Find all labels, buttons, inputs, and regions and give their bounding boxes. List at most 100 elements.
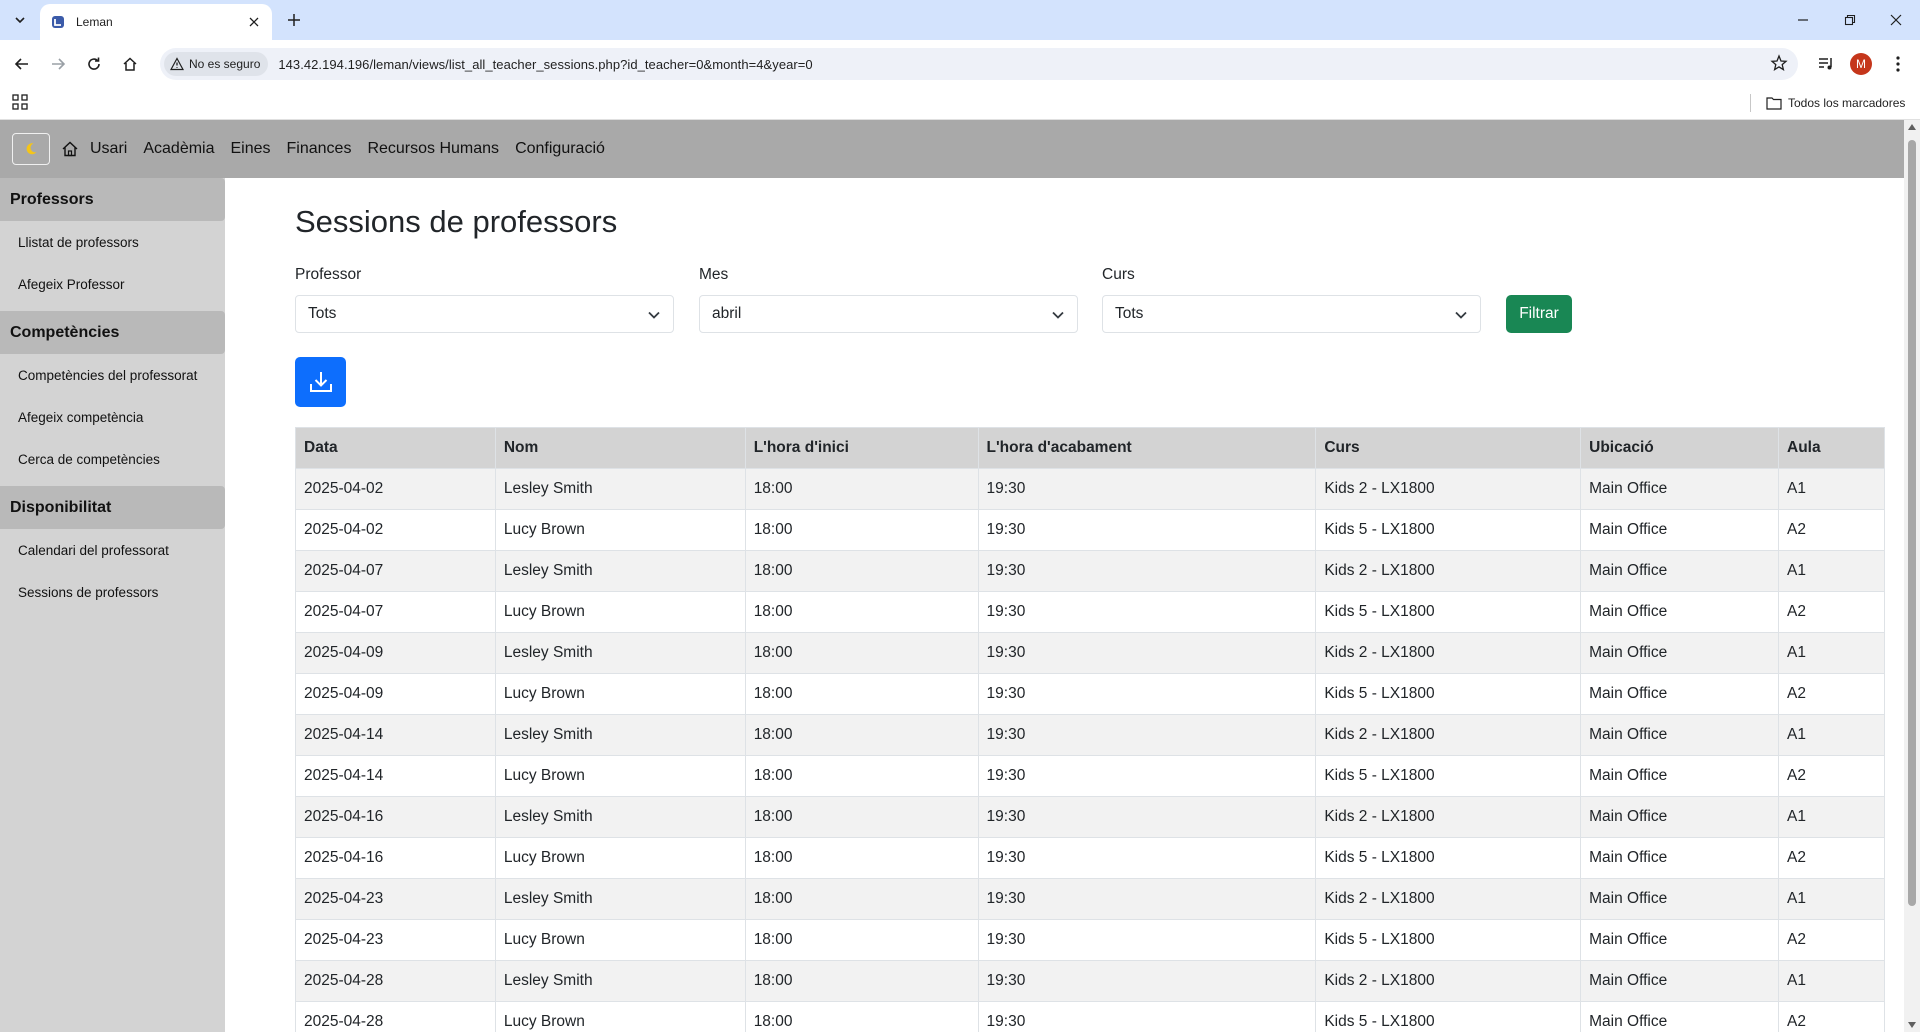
apps-grid-icon[interactable] bbox=[12, 94, 28, 115]
new-tab-icon[interactable] bbox=[282, 8, 306, 32]
scroll-up-icon[interactable] bbox=[1908, 124, 1916, 130]
cell-curs: Kids 5 - LX1800 bbox=[1315, 919, 1582, 961]
cell-curs: Kids 5 - LX1800 bbox=[1315, 1001, 1582, 1032]
nav-link-academia[interactable]: Acadèmia bbox=[143, 140, 214, 158]
minimize-icon[interactable] bbox=[1780, 6, 1826, 34]
cell-data: 2025-04-23 bbox=[295, 878, 496, 920]
scrollbar-thumb[interactable] bbox=[1908, 140, 1916, 906]
cell-nom: Lesley Smith bbox=[494, 960, 746, 1002]
security-chip[interactable]: No es seguro bbox=[164, 52, 269, 76]
back-icon[interactable] bbox=[8, 50, 36, 78]
cell-ubicacio: Main Office bbox=[1580, 919, 1780, 961]
cell-data: 2025-04-02 bbox=[295, 509, 496, 551]
restore-icon[interactable] bbox=[1827, 6, 1873, 34]
table-body: 2025-04-02 Lesley Smith 18:00 19:30 Kids 2 -… bbox=[295, 468, 1885, 1032]
address-bar[interactable]: No es seguro 143.42.194.196/leman/views/… bbox=[160, 48, 1798, 80]
browser-menu-icon[interactable] bbox=[1884, 50, 1912, 78]
nav-link-recursos-humans[interactable]: Recursos Humans bbox=[367, 140, 499, 158]
cell-curs: Kids 5 - LX1800 bbox=[1315, 755, 1582, 797]
close-window-icon[interactable] bbox=[1873, 6, 1919, 34]
column-header-hora-acabament[interactable]: L'hora d'acabament bbox=[977, 427, 1317, 469]
chevron-down-icon bbox=[1052, 311, 1064, 319]
scroll-down-icon[interactable] bbox=[1908, 1022, 1916, 1028]
cell-hora-inici: 18:00 bbox=[744, 878, 979, 920]
cell-hora-inici: 18:00 bbox=[744, 837, 979, 879]
cell-ubicacio: Main Office bbox=[1580, 837, 1780, 879]
sidebar-header-disponibilitat: Disponibilitat bbox=[0, 486, 225, 529]
cell-data: 2025-04-28 bbox=[295, 1001, 496, 1032]
nav-link-eines[interactable]: Eines bbox=[231, 140, 271, 158]
cell-hora-inici: 18:00 bbox=[744, 796, 979, 838]
filter-button[interactable]: Filtrar bbox=[1506, 295, 1572, 333]
column-header-data[interactable]: Data bbox=[295, 427, 496, 469]
sidebar-item-competencies-professorat[interactable]: Competències del professorat bbox=[0, 354, 225, 396]
cell-hora-inici: 18:00 bbox=[744, 509, 979, 551]
column-header-aula[interactable]: Aula bbox=[1778, 427, 1885, 469]
nav-link-configuracio[interactable]: Configuració bbox=[515, 140, 605, 158]
cell-curs: Kids 5 - LX1800 bbox=[1315, 509, 1582, 551]
cell-data: 2025-04-09 bbox=[295, 673, 496, 715]
cell-hora-acabament: 19:30 bbox=[977, 673, 1317, 715]
month-select[interactable]: abril bbox=[699, 295, 1078, 333]
nav-link-finances[interactable]: Finances bbox=[287, 140, 352, 158]
cell-aula: A1 bbox=[1778, 960, 1885, 1002]
table-row: 2025-04-02 Lesley Smith 18:00 19:30 Kids 2 -… bbox=[295, 468, 1885, 510]
page-title: Sessions de professors bbox=[295, 204, 618, 239]
table-row: 2025-04-09 Lesley Smith 18:00 19:30 Kids 2 -… bbox=[295, 632, 1885, 674]
home-page-icon[interactable] bbox=[116, 50, 144, 78]
sidebar-header-professors: Professors bbox=[0, 178, 225, 221]
theme-toggle-button[interactable] bbox=[12, 133, 50, 165]
home-icon[interactable] bbox=[60, 139, 80, 159]
sidebar-item-afegeix-professor[interactable]: Afegeix Professor bbox=[0, 263, 225, 305]
media-control-icon[interactable] bbox=[1812, 50, 1840, 78]
all-bookmarks-button[interactable]: Todos los marcadores bbox=[1766, 92, 1905, 114]
sidebar-item-cerca-competencies[interactable]: Cerca de competències bbox=[0, 438, 225, 480]
course-select[interactable]: Tots bbox=[1102, 295, 1481, 333]
cell-nom: Lucy Brown bbox=[494, 591, 746, 633]
cell-aula: A1 bbox=[1778, 632, 1885, 674]
cell-hora-inici: 18:00 bbox=[744, 960, 979, 1002]
bookmark-star-icon[interactable] bbox=[1770, 54, 1788, 77]
cell-data: 2025-04-14 bbox=[295, 714, 496, 756]
cell-hora-acabament: 19:30 bbox=[977, 591, 1317, 633]
nav-link-usari[interactable]: Usari bbox=[90, 140, 127, 158]
cell-aula: A2 bbox=[1778, 591, 1885, 633]
course-label: Curs bbox=[1102, 266, 1135, 283]
page-scrollbar[interactable] bbox=[1904, 120, 1920, 1032]
cell-data: 2025-04-14 bbox=[295, 755, 496, 797]
reload-icon[interactable] bbox=[80, 50, 108, 78]
table-row: 2025-04-16 Lesley Smith 18:00 19:30 Kids 2 -… bbox=[295, 796, 1885, 838]
sidebar-item-calendari-professorat[interactable]: Calendari del professorat bbox=[0, 529, 225, 571]
browser-tab-strip: Leman bbox=[0, 0, 1920, 40]
column-header-ubicacio[interactable]: Ubicació bbox=[1580, 427, 1780, 469]
tab-search-icon[interactable] bbox=[8, 8, 32, 32]
cell-hora-inici: 18:00 bbox=[744, 714, 979, 756]
cell-curs: Kids 2 - LX1800 bbox=[1315, 632, 1582, 674]
cell-aula: A1 bbox=[1778, 878, 1885, 920]
close-tab-icon[interactable] bbox=[246, 14, 262, 30]
table-row: 2025-04-28 Lesley Smith 18:00 19:30 Kids 2 -… bbox=[295, 960, 1885, 1002]
cell-hora-acabament: 19:30 bbox=[977, 960, 1317, 1002]
profile-avatar[interactable]: M bbox=[1850, 53, 1872, 75]
sidebar-item-llistat-professors[interactable]: Llistat de professors bbox=[0, 221, 225, 263]
download-button[interactable] bbox=[295, 357, 346, 407]
column-header-curs[interactable]: Curs bbox=[1315, 427, 1582, 469]
cell-curs: Kids 2 - LX1800 bbox=[1315, 714, 1582, 756]
cell-curs: Kids 2 - LX1800 bbox=[1315, 468, 1582, 510]
sidebar-item-afegeix-competencia[interactable]: Afegeix competència bbox=[0, 396, 225, 438]
table-header-row: Data Nom L'hora d'inici L'hora d'acabame… bbox=[295, 427, 1885, 469]
cell-hora-acabament: 19:30 bbox=[977, 714, 1317, 756]
sidebar-item-sessions-professors[interactable]: Sessions de professors bbox=[0, 571, 225, 613]
download-icon bbox=[309, 372, 332, 392]
column-header-nom[interactable]: Nom bbox=[494, 427, 746, 469]
cell-data: 2025-04-16 bbox=[295, 837, 496, 879]
cell-hora-acabament: 19:30 bbox=[977, 796, 1317, 838]
professor-select-value: Tots bbox=[308, 305, 337, 322]
column-header-hora-inici[interactable]: L'hora d'inici bbox=[744, 427, 979, 469]
browser-tab[interactable]: Leman bbox=[40, 4, 272, 40]
cell-ubicacio: Main Office bbox=[1580, 509, 1780, 551]
url-text[interactable]: 143.42.194.196/leman/views/list_all_teac… bbox=[278, 57, 812, 72]
forward-icon[interactable] bbox=[44, 50, 72, 78]
cell-nom: Lucy Brown bbox=[494, 837, 746, 879]
professor-select[interactable]: Tots bbox=[295, 295, 674, 333]
